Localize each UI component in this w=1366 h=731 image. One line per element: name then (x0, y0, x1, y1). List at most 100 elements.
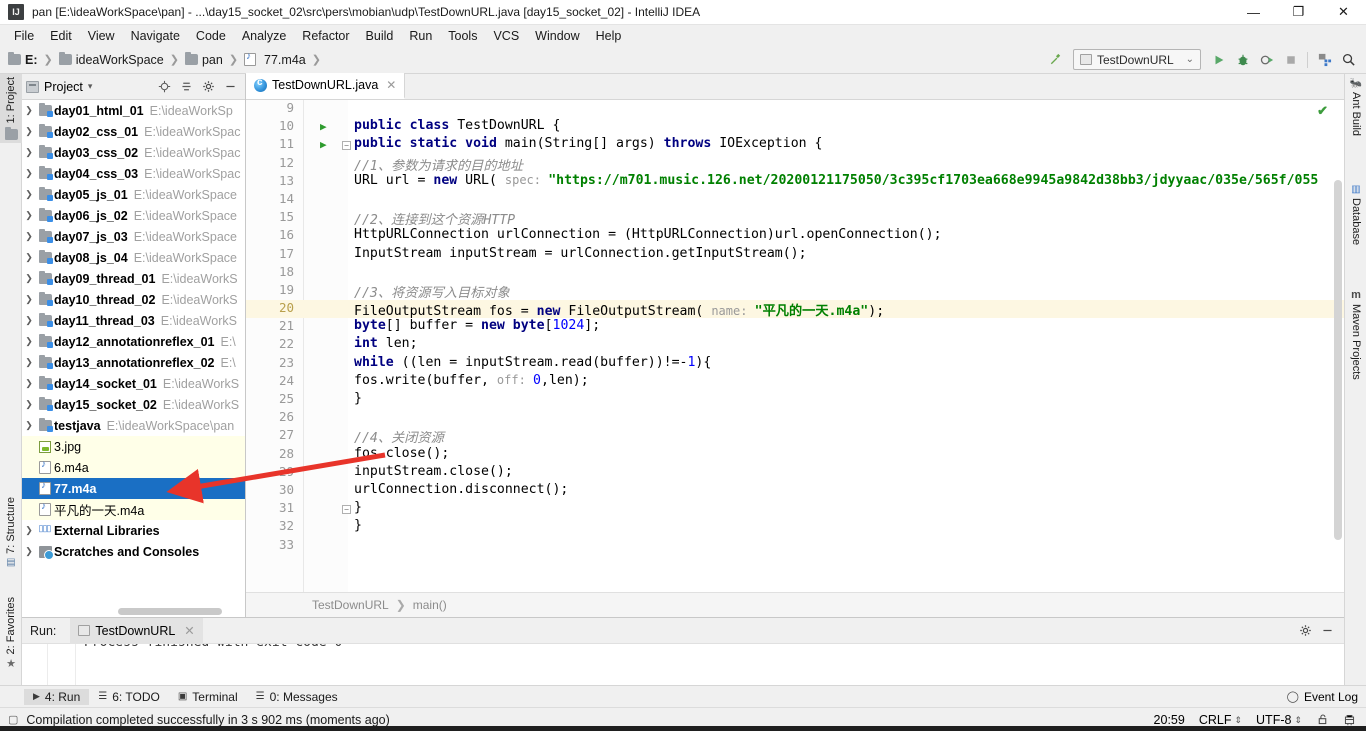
tree-node[interactable]: ❯ External Libraries (22, 520, 245, 541)
tree-node[interactable]: ❯ day04_css_03 E:\ideaWorkSpac (22, 163, 245, 184)
run-console[interactable]: Process finished with exit code 0 (22, 644, 1344, 686)
code-line[interactable]: 11 ▶ − public static void main(String[] ar… (246, 136, 1344, 154)
stop-icon[interactable] (1279, 49, 1303, 71)
project-tree-hscrollbar[interactable] (22, 605, 245, 617)
run-configuration-selector[interactable]: TestDownURL ⌄ (1073, 49, 1201, 70)
code-line[interactable]: 13 URL url = new URL( spec: "https://m70… (246, 173, 1344, 191)
run-line-marker-icon[interactable]: ▶ (320, 139, 331, 150)
chevron-down-icon[interactable]: ▾ (88, 81, 93, 92)
close-icon[interactable]: ✕ (1321, 0, 1366, 25)
breadcrumb-item-workspace[interactable]: ideaWorkSpace (58, 52, 164, 67)
scrollbar-thumb[interactable] (118, 608, 222, 615)
bottom-tab-messages[interactable]: ☰ 0: Messages (247, 689, 347, 705)
project-tree[interactable]: ❯ day01_html_01 E:\ideaWorkSp ❯ day02_css_01… (22, 100, 245, 599)
menu-navigate[interactable]: Navigate (123, 27, 188, 45)
menu-help[interactable]: Help (588, 27, 630, 45)
tree-node[interactable]: ❯ day05_js_01 E:\ideaWorkSpace (22, 184, 245, 205)
status-encoding[interactable]: UTF-8 ⇕ (1256, 713, 1302, 727)
code-line[interactable]: 16 HttpURLConnection urlConnection = (Ht… (246, 227, 1344, 245)
hide-icon[interactable] (219, 76, 241, 98)
chevron-right-icon[interactable]: ❯ (22, 420, 36, 431)
tree-node[interactable]: ❯ day02_css_01 E:\ideaWorkSpac (22, 121, 245, 142)
chevron-right-icon[interactable]: ❯ (22, 525, 36, 536)
hammer-icon[interactable] (1043, 49, 1067, 71)
gear-icon[interactable] (1294, 620, 1316, 642)
close-icon[interactable]: ✕ (184, 623, 194, 638)
menu-view[interactable]: View (80, 27, 123, 45)
code-line[interactable]: 33 (246, 537, 1344, 555)
menu-analyze[interactable]: Analyze (234, 27, 294, 45)
inspection-ok-icon[interactable]: ✔ (1317, 103, 1328, 119)
code-line[interactable]: 29 inputStream.close(); (246, 464, 1344, 482)
tree-node[interactable]: ❯ day10_thread_02 E:\ideaWorkS (22, 289, 245, 310)
tree-node[interactable]: ❯ day06_js_02 E:\ideaWorkSpace (22, 205, 245, 226)
tree-node[interactable]: ❯ testjava E:\ideaWorkSpace\pan (22, 415, 245, 436)
breadcrumb-item-project[interactable]: pan (184, 52, 223, 67)
run-with-coverage-icon[interactable] (1255, 49, 1279, 71)
code-line[interactable]: 21 byte[] buffer = new byte[1024]; (246, 318, 1344, 336)
menu-refactor[interactable]: Refactor (294, 27, 357, 45)
tree-node[interactable]: ❯ day11_thread_03 E:\ideaWorkS (22, 310, 245, 331)
tree-node[interactable]: ❯ Scratches and Consoles (22, 541, 245, 562)
code-line[interactable]: 26 (246, 409, 1344, 427)
menu-tools[interactable]: Tools (440, 27, 485, 45)
tree-node[interactable]: 3.jpg (22, 436, 245, 457)
breadcrumb-item-file[interactable]: 77.m4a (244, 51, 306, 67)
code-editor[interactable]: 9 10 ▶ public class TestDownURL {11 ▶ − publi… (246, 100, 1344, 617)
tree-node[interactable]: 平凡的一天.m4a (22, 499, 245, 520)
code-line[interactable]: 15 //2、连接到这个资源HTTP (246, 209, 1344, 228)
hide-icon[interactable] (1316, 620, 1338, 642)
tree-node[interactable]: ❯ day03_css_02 E:\ideaWorkSpac (22, 142, 245, 163)
chevron-right-icon[interactable]: ❯ (22, 168, 36, 179)
code-fold-icon[interactable]: − (342, 505, 351, 515)
chevron-right-icon[interactable]: ❯ (22, 336, 36, 347)
tab-testdownurl-java[interactable]: TestDownURL.java ✕ (246, 73, 406, 99)
unlocked-icon[interactable] (1316, 713, 1329, 726)
code-line[interactable]: 28 fos.close(); (246, 446, 1344, 464)
event-log-button[interactable]: ◯ Event Log (1287, 690, 1358, 704)
breadcrumb-method[interactable]: main() (413, 598, 447, 612)
scrollbar-thumb[interactable] (1334, 180, 1342, 540)
code-line[interactable]: 17 InputStream inputStream = urlConnecti… (246, 246, 1344, 264)
chevron-right-icon[interactable]: ❯ (22, 399, 36, 410)
chevron-right-icon[interactable]: ❯ (22, 378, 36, 389)
chevron-right-icon[interactable]: ❯ (22, 315, 36, 326)
maximize-icon[interactable]: ❐ (1276, 0, 1321, 25)
menu-build[interactable]: Build (358, 27, 402, 45)
code-line[interactable]: 23 while ((len = inputStream.read(buffer… (246, 355, 1344, 373)
code-line[interactable]: 32} (246, 518, 1344, 536)
chevron-right-icon[interactable]: ❯ (22, 126, 36, 137)
sidebar-item-project[interactable]: 1: Project (0, 74, 22, 144)
tree-node[interactable]: ❯ day01_html_01 E:\ideaWorkSp (22, 100, 245, 121)
chevron-right-icon[interactable]: ❯ (22, 273, 36, 284)
minimize-icon[interactable]: — (1231, 0, 1276, 25)
code-line[interactable]: 10 ▶ public class TestDownURL { (246, 118, 1344, 136)
chevron-right-icon[interactable]: ❯ (22, 189, 36, 200)
bottom-tab-todo[interactable]: ☰ 6: TODO (89, 689, 169, 705)
chevron-right-icon[interactable]: ❯ (22, 210, 36, 221)
tree-node[interactable]: ❯ day12_annotationreflex_01 E:\ (22, 331, 245, 352)
menu-window[interactable]: Window (527, 27, 587, 45)
bottom-tab-run[interactable]: ▶ 4: Run (24, 688, 90, 705)
code-fold-icon[interactable]: − (342, 141, 351, 151)
code-line[interactable]: 14 (246, 191, 1344, 209)
code-content[interactable]: 9 10 ▶ public class TestDownURL {11 ▶ − publi… (246, 100, 1344, 617)
chevron-right-icon[interactable]: ❯ (22, 357, 36, 368)
breadcrumb-class[interactable]: TestDownURL (312, 598, 389, 612)
inspection-icon[interactable] (1343, 713, 1356, 726)
run-line-marker-icon[interactable]: ▶ (320, 121, 331, 132)
sidebar-item-structure[interactable]: 7: Structure ▤ (0, 494, 22, 568)
code-line[interactable]: 12 //1、参数为请求的目的地址 (246, 155, 1344, 174)
code-line[interactable]: 24 fos.write(buffer, off: 0,len); (246, 373, 1344, 391)
code-line[interactable]: 27 //4、关闭资源 (246, 427, 1344, 446)
code-line[interactable]: 20 FileOutputStream fos = new FileOutput… (246, 300, 1344, 319)
search-icon[interactable] (1336, 49, 1360, 71)
status-line-separator[interactable]: CRLF ⇕ (1199, 713, 1242, 727)
tree-node[interactable]: ❯ day14_socket_01 E:\ideaWorkS (22, 373, 245, 394)
code-line[interactable]: 22 int len; (246, 336, 1344, 354)
menu-run[interactable]: Run (401, 27, 440, 45)
tree-node[interactable]: ❯ day09_thread_01 E:\ideaWorkS (22, 268, 245, 289)
menu-edit[interactable]: Edit (42, 27, 80, 45)
chevron-right-icon[interactable]: ❯ (22, 147, 36, 158)
chevron-right-icon[interactable]: ❯ (22, 546, 36, 557)
